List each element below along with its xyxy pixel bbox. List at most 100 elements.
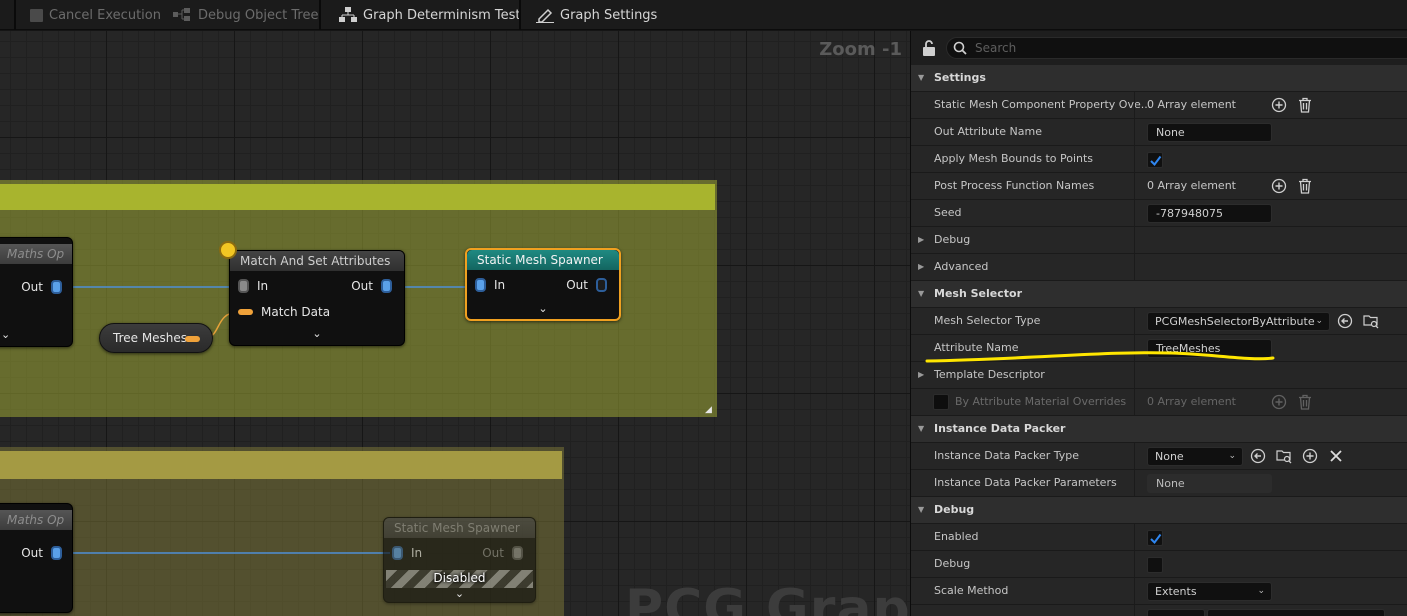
override-checkbox[interactable] (933, 394, 949, 410)
row-instance-data-packer-type: Instance Data Packer Type None ⌄ (911, 443, 1407, 470)
row-out-attribute-name: Out Attribute Name None (911, 119, 1407, 146)
pin-icon (381, 279, 392, 293)
search-input[interactable]: Search (946, 37, 1407, 59)
section-mesh-selector[interactable]: ▼ Mesh Selector (911, 281, 1407, 308)
chevron-down-icon[interactable]: ⌄ (383, 587, 536, 600)
section-debug[interactable]: ▼ Debug (911, 497, 1407, 524)
seed-field[interactable]: -787948075 (1147, 204, 1272, 223)
pin-icon (475, 278, 486, 292)
reset-to-default-icon[interactable] (1250, 448, 1266, 464)
property-rows: ▼ Settings Static Mesh Component Propert… (911, 65, 1407, 616)
match-data-pin[interactable]: Match Data (238, 305, 330, 319)
disabled-label-overlay: Disabled ⌄ (383, 517, 536, 603)
out-pin[interactable]: Out (21, 546, 62, 560)
details-panel: Search ▼ Settings Static Mesh Component … (910, 31, 1407, 616)
row-mesh-selector-type: Mesh Selector Type PCGMeshSelectorByAttr… (911, 308, 1407, 335)
browse-asset-icon[interactable] (1276, 448, 1292, 464)
scale-method-dropdown[interactable]: Extents ⌄ (1147, 582, 1272, 601)
chevron-down-icon[interactable]: ⌄ (467, 302, 619, 315)
row-template-descriptor[interactable]: ▶ Template Descriptor (911, 362, 1407, 389)
cancel-execution-button[interactable]: Cancel Execution (30, 0, 161, 30)
row-static-mesh-component-property-overrides: Static Mesh Component Property Ove... 0 … (911, 92, 1407, 119)
out-pin[interactable]: Out (566, 278, 607, 292)
row-scale-method: Scale Method Extents ⌄ (911, 578, 1407, 605)
row-attribute-name: Attribute Name TreeMeshes (911, 335, 1407, 362)
section-instance-data-packer[interactable]: ▼ Instance Data Packer (911, 416, 1407, 443)
row-by-attribute-material-overrides: By Attribute Material Overrides 0 Array … (911, 389, 1407, 416)
disabled-label: Disabled (433, 571, 486, 585)
toolbar-separator (319, 0, 321, 30)
partial-field[interactable] (1147, 609, 1205, 616)
expand-arrow-icon: ▶ (918, 235, 925, 244)
chevron-down-icon[interactable]: ⌄ (0, 328, 72, 341)
graph-settings-button[interactable]: Graph Settings (536, 0, 657, 30)
debug-object-tree-button[interactable]: Debug Object Tree (172, 0, 318, 30)
toolbar-separator (14, 0, 16, 30)
add-element-icon[interactable] (1271, 178, 1287, 194)
node-title: Maths Op (0, 244, 72, 264)
chevron-down-icon[interactable]: ⌄ (230, 327, 404, 340)
static-mesh-spawner-node[interactable]: Static Mesh Spawner In Out ⌄ (465, 248, 621, 321)
collapse-arrow-icon: ▼ (918, 73, 925, 82)
collapse-arrow-icon: ▼ (918, 505, 925, 514)
trash-icon[interactable] (1297, 97, 1313, 113)
match-and-set-attributes-node[interactable]: Match And Set Attributes In Out Match Da… (229, 250, 405, 346)
out-pin[interactable]: Out (21, 280, 62, 294)
row-partial (911, 605, 1407, 616)
section-settings[interactable]: ▼ Settings (911, 65, 1407, 92)
pin-icon (238, 279, 249, 293)
row-debug-toggle: Debug (911, 551, 1407, 578)
reset-to-default-icon[interactable] (1337, 313, 1353, 329)
collapse-arrow-icon: ▼ (918, 424, 925, 433)
toolbar-separator (519, 0, 521, 30)
add-element-icon[interactable] (1271, 394, 1287, 410)
trash-icon[interactable] (1297, 178, 1313, 194)
graph-canvas[interactable]: ◢ Maths Op Out ⌄ Match And Set Attribute… (0, 31, 910, 616)
out-pin[interactable]: Out (351, 279, 392, 293)
node-title: Maths Op (0, 510, 72, 530)
enabled-checkbox[interactable] (1147, 530, 1163, 546)
debug-checkbox[interactable] (1147, 557, 1163, 573)
add-element-icon[interactable] (1271, 97, 1287, 113)
determinism-test-icon (339, 7, 357, 22)
row-seed: Seed -787948075 (911, 200, 1407, 227)
toolbar: Cancel Execution Debug Object Tree Graph… (0, 0, 1407, 30)
chevron-down-icon: ⌄ (1315, 316, 1323, 326)
checkmark-icon (1150, 155, 1162, 167)
attribute-name-field[interactable]: TreeMeshes (1147, 339, 1272, 358)
chevron-down-icon: ⌄ (1257, 586, 1265, 596)
pencil-icon (536, 8, 554, 23)
row-advanced-collapsed[interactable]: ▶ Advanced (911, 254, 1407, 281)
graph-watermark: PCG Graph (625, 579, 910, 616)
instance-data-packer-type-dropdown[interactable]: None ⌄ (1147, 447, 1243, 466)
warning-indicator (219, 241, 237, 259)
trash-icon[interactable] (1297, 394, 1313, 410)
in-pin[interactable]: In (238, 279, 268, 293)
graph-determinism-test-button[interactable]: Graph Determinism Test (339, 0, 521, 30)
lock-icon[interactable] (922, 40, 936, 56)
instance-data-packer-parameters-field[interactable]: None (1147, 474, 1272, 493)
in-pin[interactable]: In (475, 278, 505, 292)
apply-mesh-bounds-checkbox[interactable] (1147, 152, 1163, 168)
maths-op-node[interactable]: Maths Op Out ⌄ (0, 237, 73, 347)
pin-icon (51, 280, 62, 294)
checkmark-icon (1150, 533, 1162, 545)
expand-arrow-icon: ▶ (918, 370, 925, 379)
row-debug-collapsed[interactable]: ▶ Debug (911, 227, 1407, 254)
add-icon[interactable] (1302, 448, 1318, 464)
out-attribute-name-field[interactable]: None (1147, 123, 1272, 142)
maths-op-node[interactable]: Maths Op Out (0, 503, 73, 613)
collapse-arrow-icon: ▼ (918, 289, 925, 298)
chevron-down-icon: ⌄ (1228, 451, 1236, 461)
mesh-selector-type-dropdown[interactable]: PCGMeshSelectorByAttribute ⌄ (1147, 312, 1330, 331)
pcg-graph-editor: { "toolbar": { "cancel_execution": "Canc… (0, 0, 1407, 616)
expand-arrow-icon: ▶ (918, 262, 925, 271)
clear-icon[interactable] (1328, 448, 1344, 464)
tree-meshes-node[interactable]: Tree Meshes (99, 323, 213, 353)
details-search-row: Search (911, 31, 1407, 65)
object-tree-icon (173, 8, 190, 21)
pin-icon (238, 309, 253, 315)
browse-asset-icon[interactable] (1363, 313, 1379, 329)
partial-field[interactable] (1207, 609, 1385, 616)
pin-icon[interactable] (185, 336, 200, 342)
